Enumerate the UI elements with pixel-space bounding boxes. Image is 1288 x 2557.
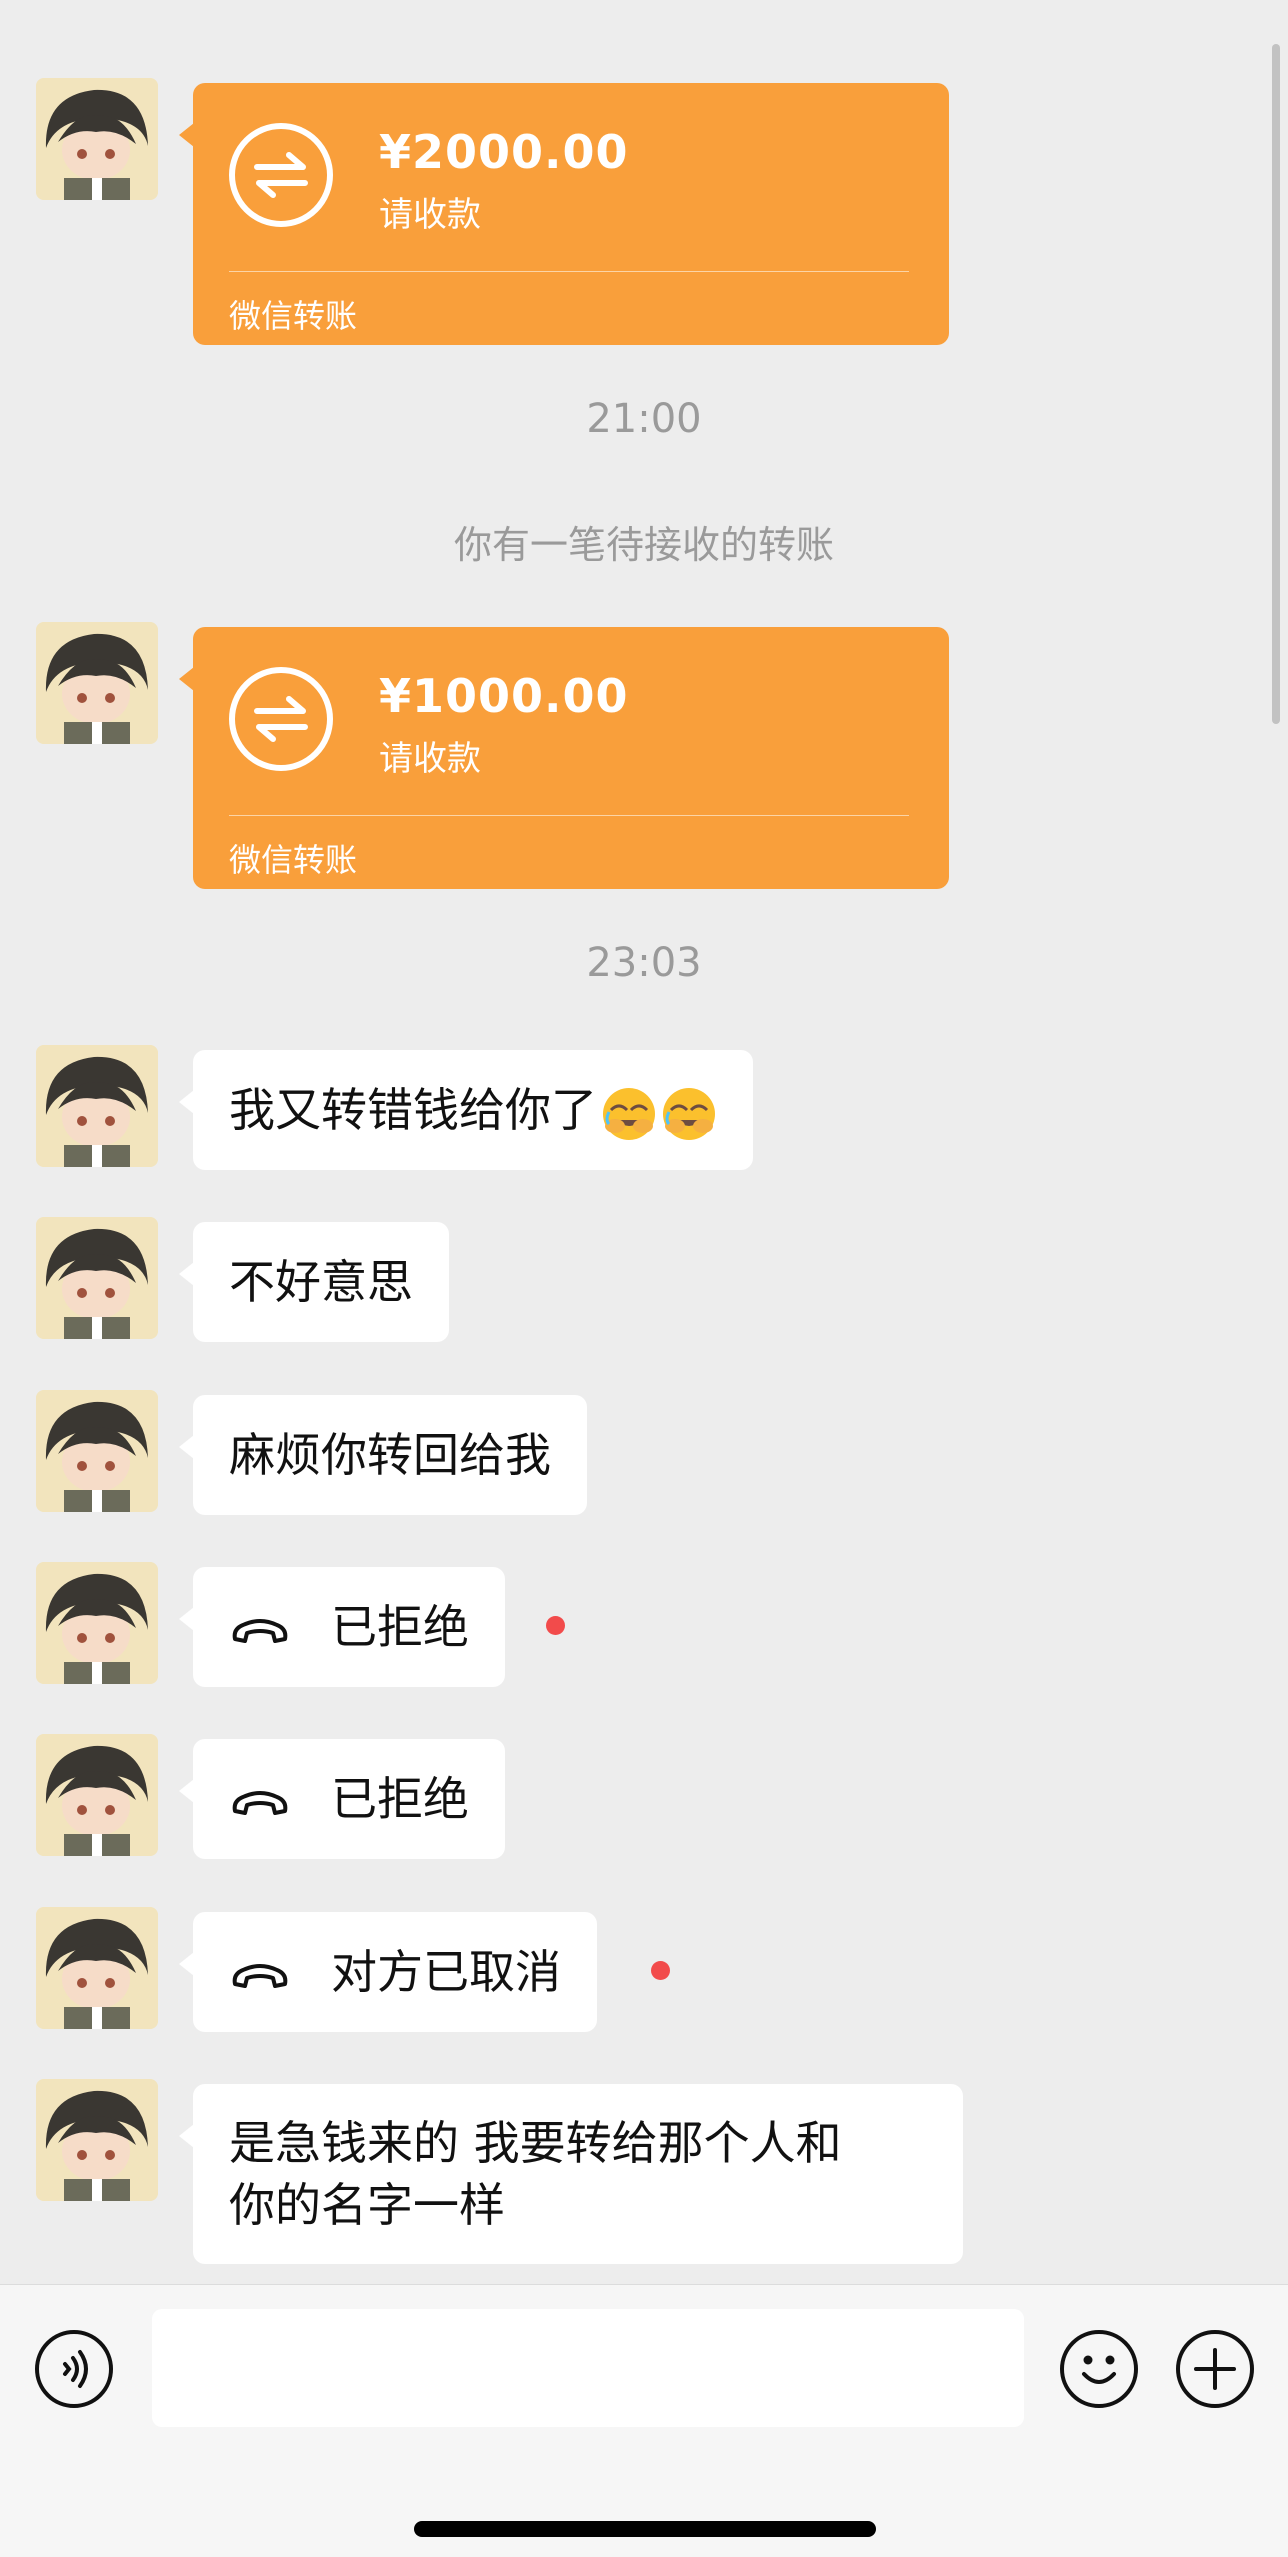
transfer-arrows-icon [229,123,333,227]
transfer-card[interactable]: ¥2000.00 请收款 微信转账 [179,83,949,345]
call-bubble[interactable]: 已拒绝 [179,1567,505,1687]
message-text: 我又转错钱给你了 [229,1083,597,1137]
unread-dot [651,1961,670,1980]
transfer-amount: ¥2000.00 [379,125,629,179]
call-status: 已拒绝 [331,1772,469,1826]
transfer-arrows-icon [229,667,333,771]
timestamp: 21:00 [586,396,702,442]
call-bubble[interactable]: 对方已取消 [179,1912,597,2032]
voice-icon[interactable] [35,2330,113,2408]
message-text: 麻烦你转回给我 [229,1428,551,1482]
avatar[interactable] [36,1734,158,1856]
system-notice: 你有一笔待接收的转账 [453,523,834,567]
avatar[interactable] [36,1045,158,1167]
message-bubble[interactable]: 麻烦你转回给我 [179,1395,587,1515]
timestamp: 23:03 [586,940,702,986]
message-bubble[interactable]: 是急钱来的 我要转给那个人和 你的名字一样 [179,2084,963,2264]
message-input[interactable] [152,2309,1024,2427]
avatar[interactable] [36,1390,158,1512]
facepalm-laughing-emoji [663,1087,715,1140]
transfer-card[interactable]: ¥1000.00 请收款 微信转账 [179,627,949,889]
transfer-note: 请收款 [379,739,481,779]
avatar[interactable] [36,2079,158,2201]
avatar[interactable] [36,622,158,744]
transfer-brand: 微信转账 [229,297,358,335]
smiley-icon[interactable] [1060,2330,1138,2408]
message-bubble[interactable]: 不好意思 [179,1222,449,1342]
plus-icon[interactable] [1176,2330,1254,2408]
input-bar [0,2284,1288,2557]
avatar[interactable] [36,1217,158,1339]
message-text-line: 是急钱来的 我要转给那个人和 [229,2116,842,2170]
call-status: 已拒绝 [331,1600,469,1654]
message-text: 不好意思 [229,1255,413,1309]
message-bubble[interactable]: 我又转错钱给你了 [179,1050,753,1170]
scrollbar[interactable] [1272,44,1280,724]
phone-hangup-icon [232,1963,288,1988]
transfer-note: 请收款 [379,195,481,235]
phone-hangup-icon [232,1618,288,1643]
call-status: 对方已取消 [331,1945,561,1999]
phone-hangup-icon [232,1790,288,1815]
facepalm-laughing-emoji [603,1087,655,1140]
divider [229,271,909,272]
avatar[interactable] [36,78,158,200]
call-bubble[interactable]: 已拒绝 [179,1739,505,1859]
unread-dot [546,1616,565,1635]
transfer-brand: 微信转账 [229,841,358,879]
message-text-line: 你的名字一样 [229,2178,505,2232]
transfer-amount: ¥1000.00 [379,669,629,723]
divider [229,815,909,816]
avatar[interactable] [36,1907,158,2029]
avatar[interactable] [36,1562,158,1684]
home-indicator[interactable] [414,2521,876,2537]
